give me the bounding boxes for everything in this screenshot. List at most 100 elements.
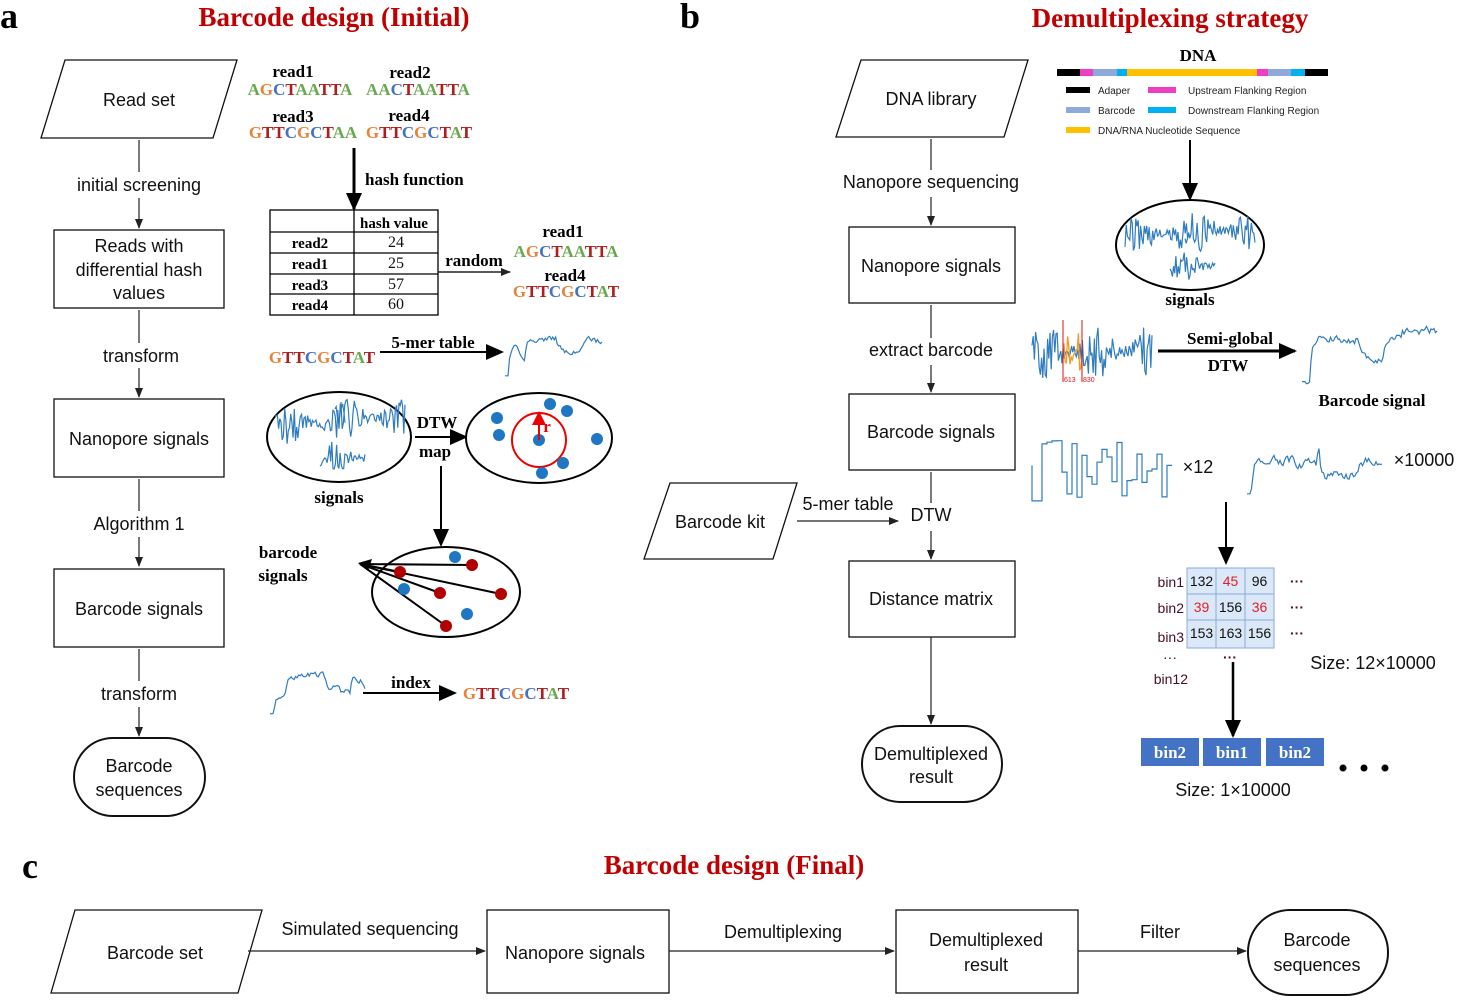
index-label: index (391, 673, 431, 692)
legend-label: Upstream Flanking Region (1188, 86, 1306, 97)
dna-legend: Adaper Upstream Flanking Region Barcode Dow… (1066, 86, 1319, 137)
dna-segment (1127, 69, 1257, 76)
node-label: Nanopore signals (505, 943, 645, 963)
radius-label: r (543, 417, 551, 436)
legend-label: Downstream Flanking Region (1188, 106, 1319, 117)
nucleotide: G (561, 282, 574, 301)
barcode-sequences-node (73, 737, 206, 817)
nucleotide: A (248, 80, 261, 99)
nucleotide: C (391, 80, 403, 99)
signal-point (398, 583, 410, 595)
dna-sequence: AGCTAATTA (248, 80, 354, 99)
nucleotide: G (260, 80, 273, 99)
dna-sequence: GTTCGCTAT (269, 348, 376, 367)
signal-point (461, 608, 473, 620)
legend-label: Adaper (1098, 86, 1131, 97)
nucleotide: T (538, 282, 550, 301)
edge-label: transform (101, 684, 177, 704)
dtw-label: DTW (1208, 356, 1249, 375)
signals-label: signals (314, 488, 364, 507)
dna-segment (1268, 69, 1291, 76)
ellipsis: ··· (1163, 649, 1177, 665)
nucleotide: T (273, 123, 285, 142)
nucleotide: C (330, 348, 342, 367)
result-size-label: Size: 1×10000 (1175, 780, 1291, 800)
panel-letter: a (0, 0, 18, 36)
panel-b: b Demultiplexing strategy DNA library Na… (643, 0, 1454, 803)
nucleotide: T (391, 123, 403, 142)
signal-trace (270, 671, 366, 715)
signal-point (544, 398, 556, 410)
node-label: differential hash (76, 260, 203, 280)
nucleotide: T (488, 684, 500, 703)
nucleotide: G (366, 123, 379, 142)
nucleotide: T (379, 123, 391, 142)
link-line (359, 563, 473, 566)
signals-label: signals (1165, 290, 1215, 309)
nucleotide: G (249, 123, 262, 142)
signal-point (557, 457, 569, 469)
raw-signal-trace (1031, 327, 1153, 380)
matrix-value: 132 (1190, 573, 1214, 589)
nucleotide: G (513, 282, 526, 301)
table-cell-read: read4 (292, 298, 329, 314)
nucleotide: C (499, 684, 511, 703)
nucleotide: A (340, 80, 353, 99)
legend-label: DNA/RNA Nucleotide Sequence (1098, 126, 1241, 137)
reference-signal-trace (1031, 440, 1172, 502)
nucleotide: A (378, 80, 391, 99)
nucleotide: A (458, 80, 471, 99)
barcode-signal-trace (1247, 448, 1383, 495)
nucleotide: C (273, 80, 285, 99)
edge-label: initial screening (77, 175, 201, 195)
bin-label: bin1 (1158, 574, 1185, 590)
read-name: read1 (542, 222, 583, 241)
matrix-value: 156 (1219, 599, 1243, 615)
table-cell-value: 24 (388, 234, 404, 251)
panel-c: c Barcode design (Final) Barcode set Sim… (22, 846, 1389, 996)
nucleotide: T (262, 123, 274, 142)
nucleotide: C (285, 123, 297, 142)
region-end-label: 830 (1083, 377, 1095, 384)
nucleotide: G (526, 242, 539, 261)
legend-swatch (1066, 127, 1090, 133)
semi-global-label: Semi-global (1187, 329, 1273, 348)
nucleotide: T (608, 282, 620, 301)
bin-label: bin12 (1154, 671, 1188, 687)
nucleotide: G (317, 348, 330, 367)
nucleotide: C (524, 684, 536, 703)
node-label: Barcode set (107, 943, 203, 963)
edge-label: 5-mer table (802, 494, 893, 514)
ellipsis: ··· (1290, 573, 1304, 589)
nucleotide: T (585, 242, 597, 261)
legend-swatch (1066, 107, 1090, 113)
nucleotide: C (310, 123, 322, 142)
nucleotide: G (297, 123, 310, 142)
matrix-size-label: Size: 12×10000 (1310, 653, 1436, 673)
count-label: ×12 (1183, 457, 1214, 477)
edge-label: DTW (911, 505, 952, 525)
table-cell-value: 60 (388, 296, 404, 313)
matrix-value: 96 (1252, 573, 1268, 589)
matrix-value: 163 (1219, 625, 1243, 641)
barcode-point (434, 587, 446, 599)
matrix-value: 156 (1248, 625, 1272, 641)
ellipsis: ··· (1290, 599, 1304, 615)
node-label: Read set (103, 90, 175, 110)
nucleotide: A (606, 242, 619, 261)
panel-title: Barcode design (Initial) (198, 2, 469, 32)
legend-swatch (1066, 87, 1090, 93)
dna-segment (1291, 69, 1305, 76)
bin-label: bin2 (1158, 600, 1185, 616)
barcode-signals-label: barcode (259, 543, 318, 562)
nucleotide: A (366, 80, 379, 99)
dna-title: DNA (1180, 46, 1218, 65)
hash-function-label: hash function (365, 170, 464, 189)
kmer-table-label: 5-mer table (391, 333, 475, 352)
table-cell-read: read2 (292, 236, 328, 252)
nucleotide: C (402, 123, 414, 142)
node-label: Barcode signals (867, 422, 995, 442)
node-label: sequences (1273, 955, 1360, 975)
ellipsis: ··· (1223, 649, 1237, 665)
matrix-value: 39 (1194, 599, 1210, 615)
